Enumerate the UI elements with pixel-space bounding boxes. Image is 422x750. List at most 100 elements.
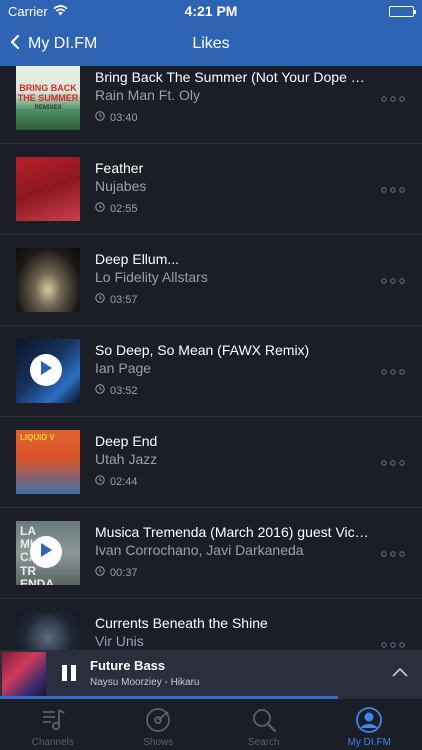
clock-icon bbox=[95, 293, 105, 306]
search-icon bbox=[249, 705, 279, 735]
duration-text: 03:52 bbox=[110, 384, 138, 397]
track-artist: Vir Unis bbox=[95, 633, 144, 649]
navigation-bar: My DI.FM Likes bbox=[0, 22, 422, 66]
track-title: So Deep, So Mean (FAWX Remix) bbox=[95, 342, 310, 358]
track-duration: 02:55 bbox=[95, 202, 138, 215]
back-button[interactable]: My DI.FM bbox=[0, 22, 97, 66]
track-row[interactable]: BRING BACK THE SUMMER REMIXES Bring Back… bbox=[0, 66, 422, 144]
track-artist: Lo Fidelity Allstars bbox=[95, 269, 208, 285]
more-options-button[interactable] bbox=[378, 540, 408, 566]
duration-text: 02:55 bbox=[110, 202, 138, 215]
track-title: Feather bbox=[95, 160, 144, 176]
track-duration: 03:40 bbox=[95, 111, 138, 124]
track-artist: Ian Page bbox=[95, 360, 152, 376]
track-title: Musica Tremenda (March 2016) guest Victo… bbox=[95, 524, 370, 540]
track-duration: 02:44 bbox=[95, 475, 138, 488]
user-icon bbox=[354, 705, 384, 735]
tab-bar: Channels Shows Search My DI.FM bbox=[0, 699, 422, 750]
clock-icon bbox=[95, 566, 105, 579]
tab-label: Search bbox=[247, 737, 280, 748]
ellipsis-icon bbox=[381, 89, 405, 107]
status-bar: Carrier 4:21 PM bbox=[0, 0, 422, 22]
chevron-up-icon bbox=[392, 664, 408, 682]
mini-player[interactable]: Future Bass Naysu Moorziey - Hikaru bbox=[0, 650, 422, 696]
tab-label: Channels bbox=[31, 737, 74, 748]
track-duration: 00:37 bbox=[95, 566, 138, 579]
more-options-button[interactable] bbox=[378, 176, 408, 202]
album-art-subtext: REMIXES bbox=[34, 105, 62, 111]
likes-list[interactable]: BRING BACK THE SUMMER REMIXES Bring Back… bbox=[0, 66, 422, 650]
more-options-button[interactable] bbox=[378, 267, 408, 293]
track-row[interactable]: So Deep, So Mean (FAWX Remix) Ian Page 0… bbox=[0, 326, 422, 417]
album-art bbox=[16, 248, 80, 312]
album-art bbox=[16, 339, 80, 403]
duration-text: 02:44 bbox=[110, 475, 138, 488]
more-options-button[interactable] bbox=[378, 85, 408, 111]
clock-icon bbox=[95, 111, 105, 124]
clock-icon bbox=[95, 475, 105, 488]
more-options-button[interactable] bbox=[378, 358, 408, 384]
track-row[interactable]: Deep Ellum... Lo Fidelity Allstars 03:57 bbox=[0, 235, 422, 326]
album-art: BRING BACK THE SUMMER REMIXES bbox=[16, 66, 80, 130]
tab-search[interactable]: Search bbox=[211, 699, 317, 750]
pause-icon-bar bbox=[71, 665, 76, 681]
track-row[interactable]: LIQUID V Deep End Utah Jazz 02:44 bbox=[0, 417, 422, 508]
tab-label: Shows bbox=[143, 737, 174, 748]
ellipsis-icon bbox=[381, 544, 405, 562]
more-options-button[interactable] bbox=[378, 449, 408, 475]
clock-icon bbox=[95, 384, 105, 397]
album-art bbox=[16, 157, 80, 221]
status-right bbox=[389, 5, 416, 17]
duration-text: 00:37 bbox=[110, 566, 138, 579]
track-row[interactable]: LA MU CA TR ENDA Musica Tremenda (March … bbox=[0, 508, 422, 599]
play-button[interactable] bbox=[30, 354, 62, 386]
tab-channels[interactable]: Channels bbox=[0, 699, 106, 750]
track-artist: Nujabes bbox=[95, 178, 147, 194]
now-playing-channel: Future Bass bbox=[90, 658, 166, 673]
clock-icon bbox=[95, 202, 105, 215]
play-icon bbox=[39, 542, 53, 563]
duration-text: 03:57 bbox=[110, 293, 138, 306]
album-art bbox=[16, 612, 80, 650]
status-left: Carrier bbox=[8, 4, 68, 19]
tab-my-difm[interactable]: My DI.FM bbox=[317, 699, 422, 750]
track-duration: 03:52 bbox=[95, 384, 138, 397]
pause-icon bbox=[62, 665, 67, 681]
track-title: Deep Ellum... bbox=[95, 251, 180, 267]
play-icon bbox=[39, 360, 53, 381]
back-label: My DI.FM bbox=[28, 35, 98, 52]
wifi-icon bbox=[53, 4, 68, 19]
chevron-left-icon bbox=[10, 34, 20, 54]
ellipsis-icon bbox=[381, 362, 405, 380]
track-row[interactable]: Currents Beneath the Shine Vir Unis bbox=[0, 599, 422, 650]
track-artist: Rain Man Ft. Oly bbox=[95, 87, 201, 103]
track-duration: 03:57 bbox=[95, 293, 138, 306]
more-options-button[interactable] bbox=[378, 631, 408, 650]
album-art: LA MU CA TR ENDA bbox=[16, 521, 80, 585]
expand-player-button[interactable] bbox=[388, 662, 412, 684]
album-art-text: LIQUID V bbox=[20, 433, 55, 442]
carrier-label: Carrier bbox=[8, 3, 48, 19]
duration-text: 03:40 bbox=[110, 111, 138, 124]
tab-shows[interactable]: Shows bbox=[106, 699, 212, 750]
tab-label: My DI.FM bbox=[347, 737, 391, 748]
now-playing-art bbox=[2, 652, 46, 696]
battery-icon bbox=[389, 5, 416, 17]
track-title: Bring Back The Summer (Not Your Dope Re.… bbox=[95, 69, 370, 85]
ellipsis-icon bbox=[381, 271, 405, 289]
track-artist: Ivan Corrochano, Javi Darkaneda bbox=[95, 542, 304, 558]
album-art: LIQUID V bbox=[16, 430, 80, 494]
track-title: Deep End bbox=[95, 433, 158, 449]
ellipsis-icon bbox=[381, 453, 405, 471]
ellipsis-icon bbox=[381, 635, 405, 650]
track-row[interactable]: Feather Nujabes 02:55 bbox=[0, 144, 422, 235]
track-title: Currents Beneath the Shine bbox=[95, 615, 268, 631]
now-playing-track: Naysu Moorziey - Hikaru bbox=[90, 677, 200, 688]
pause-button[interactable] bbox=[56, 660, 82, 686]
play-button[interactable] bbox=[30, 536, 62, 568]
album-art-text: BRING BACK THE SUMMER bbox=[17, 83, 79, 103]
music-note-icon bbox=[38, 705, 68, 735]
track-artist: Utah Jazz bbox=[95, 451, 158, 467]
vinyl-icon bbox=[143, 705, 173, 735]
ellipsis-icon bbox=[381, 180, 405, 198]
